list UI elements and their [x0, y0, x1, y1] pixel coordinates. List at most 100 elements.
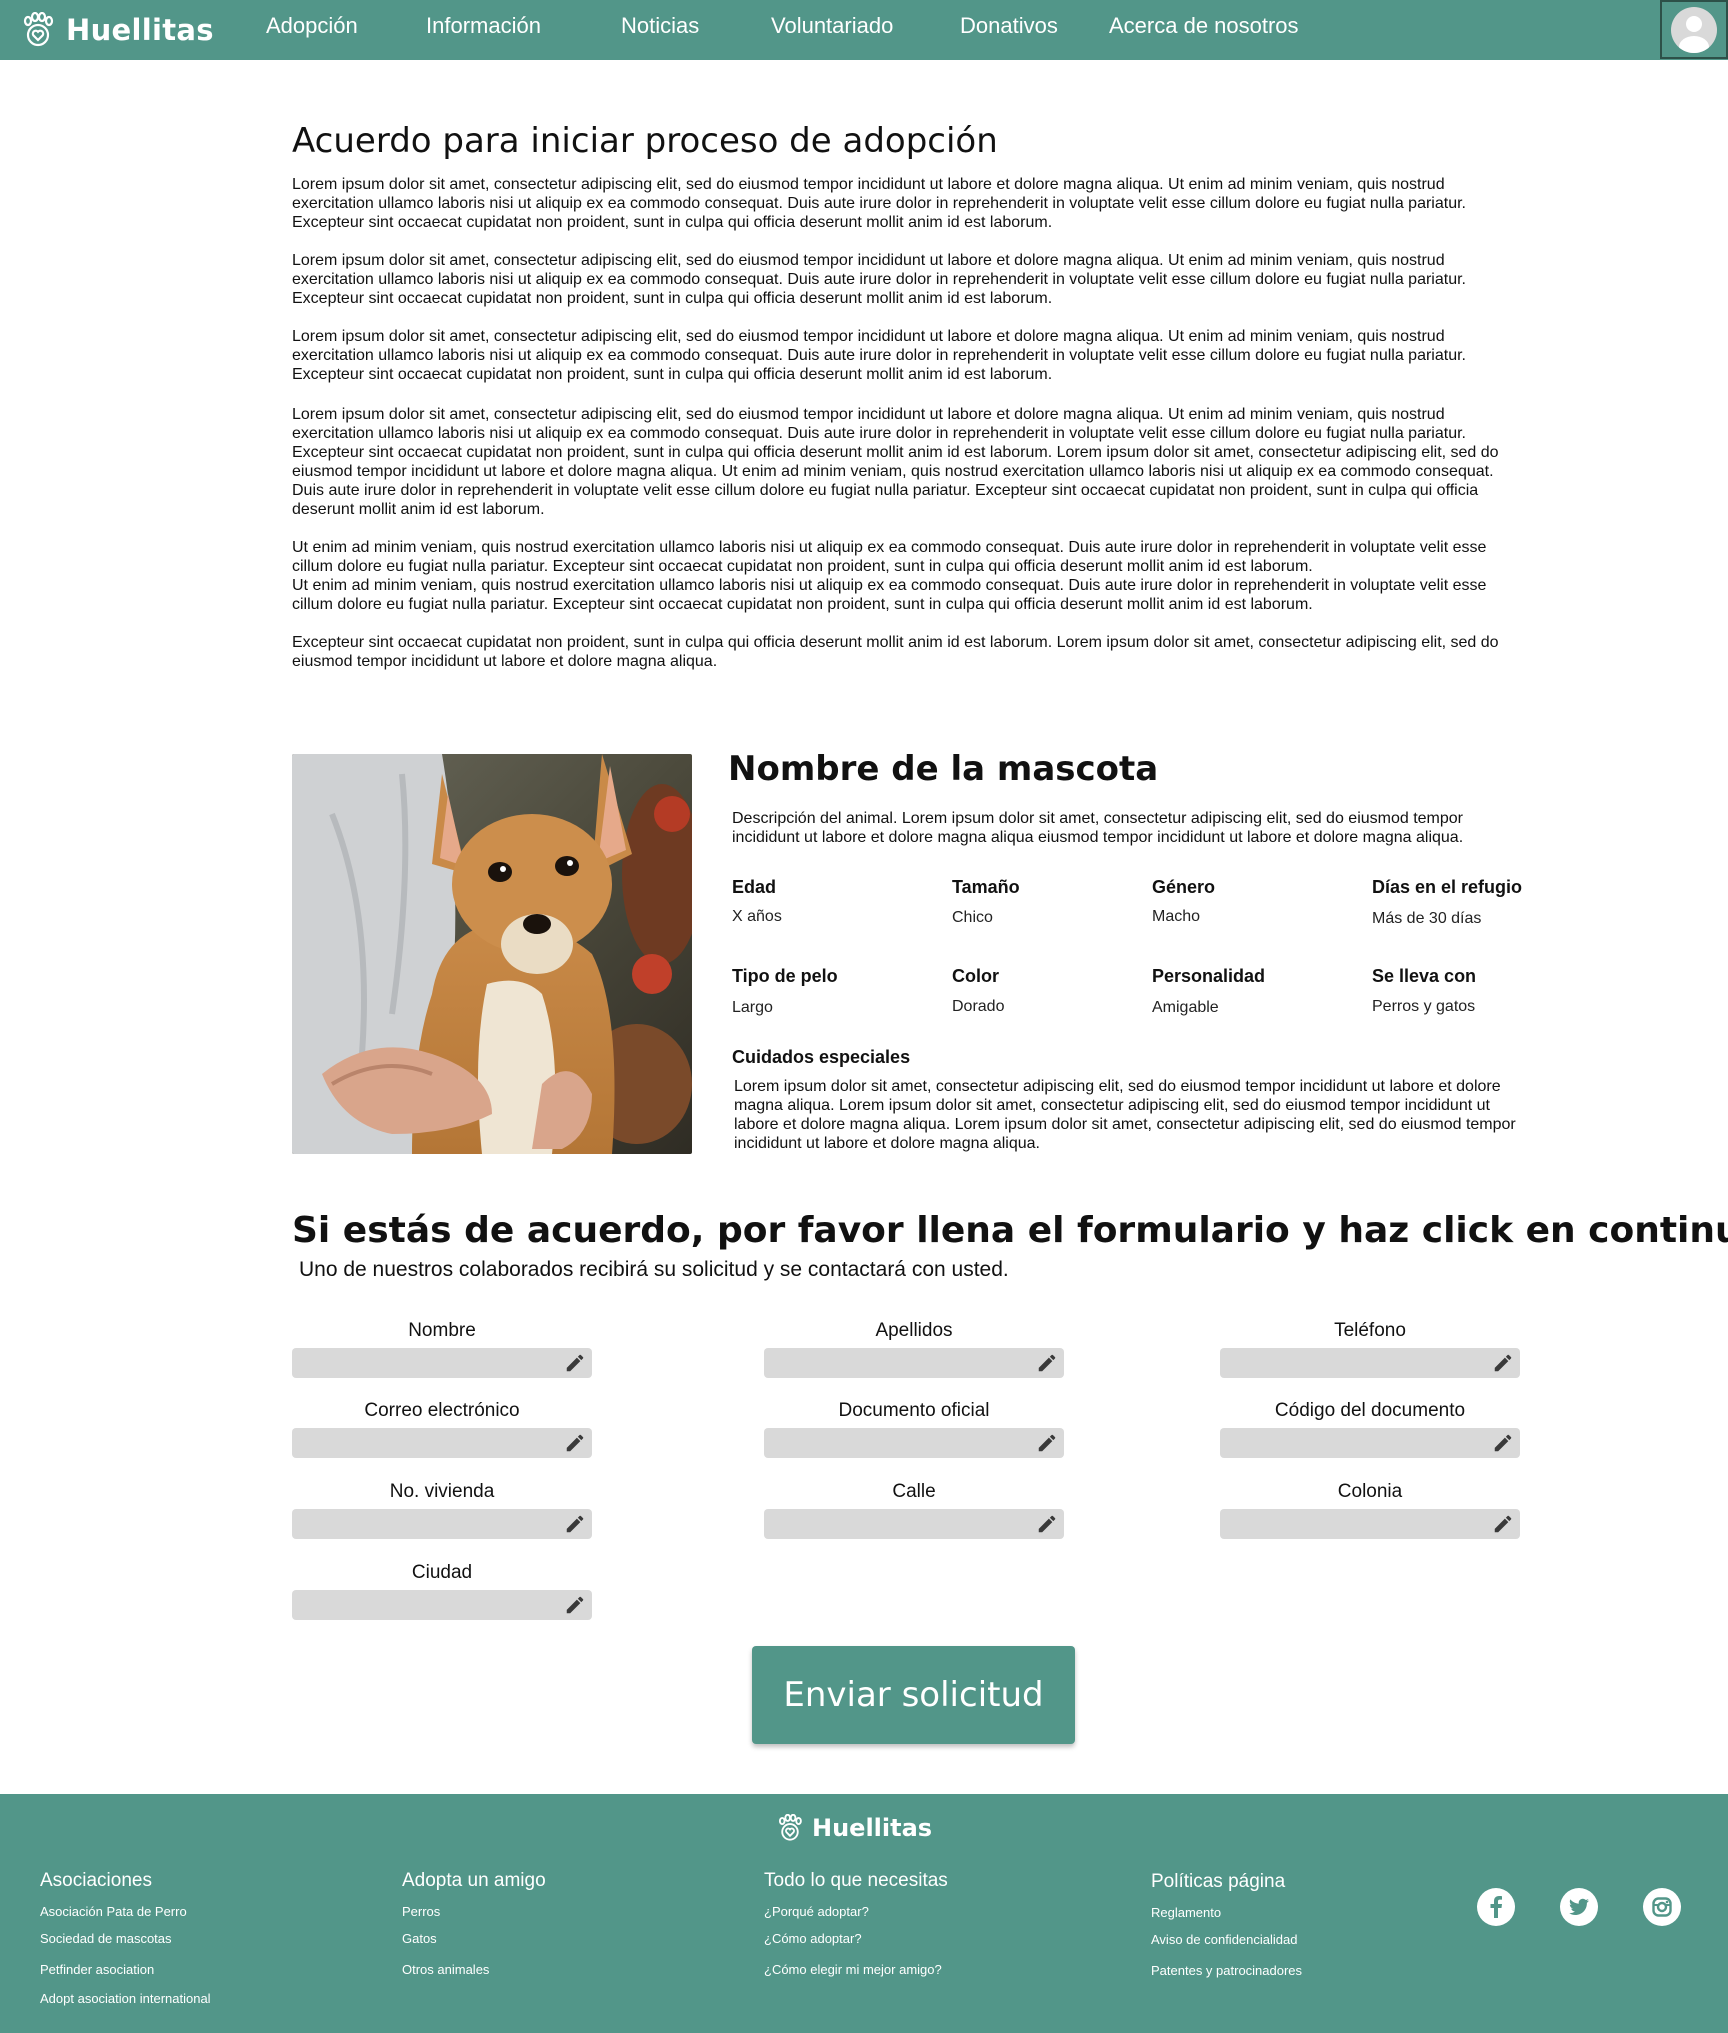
attr-label-se-lleva-con: Se lleva con: [1372, 966, 1477, 986]
agreement-paragraph: Ut enim ad minim veniam, quis nostrud ex…: [292, 539, 1487, 575]
pencil-icon[interactable]: [1036, 1352, 1058, 1374]
attr-label-edad: Edad: [732, 877, 777, 897]
footer-link[interactable]: Gatos: [402, 1931, 437, 1946]
footer-link[interactable]: Aviso de confidencialidad: [1151, 1932, 1297, 1947]
pencil-icon[interactable]: [1492, 1432, 1514, 1454]
pencil-icon[interactable]: [1492, 1352, 1514, 1374]
footer-link[interactable]: Perros: [402, 1904, 440, 1919]
footer-link[interactable]: ¿Cómo adoptar?: [764, 1931, 862, 1946]
nav-link-informacion[interactable]: Información: [426, 13, 541, 39]
agreement-title: Acuerdo para iniciar proceso de adopción: [292, 121, 998, 161]
pencil-icon[interactable]: [1036, 1513, 1058, 1535]
footer-link[interactable]: Asociación Pata de Perro: [40, 1904, 187, 1919]
user-menu-button[interactable]: [1660, 0, 1728, 59]
attr-value-dias-refugio: Más de 30 días: [1372, 910, 1482, 927]
footer-link[interactable]: ¿Cómo elegir mi mejor amigo?: [764, 1962, 942, 1977]
agreement-paragraph: Lorem ipsum dolor sit amet, consectetur …: [292, 328, 1466, 383]
field-label-no-vivienda: No. vivienda: [389, 1481, 495, 1502]
field-box-calle: [764, 1509, 1064, 1539]
footer: Huellitas Asociaciones Asociación Pata d…: [0, 1794, 1728, 2033]
pencil-icon[interactable]: [1036, 1432, 1058, 1454]
field-box-correo-electronico: [292, 1428, 592, 1458]
field-box-ciudad: [292, 1590, 592, 1620]
facebook-icon[interactable]: [1477, 1888, 1515, 1926]
input-codigo-del-documento[interactable]: [1220, 1428, 1480, 1458]
pet-photo: [292, 754, 692, 1154]
attr-label-color: Color: [952, 966, 999, 986]
nav-link-donativos[interactable]: Donativos: [960, 13, 1058, 39]
footer-link[interactable]: Patentes y patrocinadores: [1151, 1963, 1302, 1978]
input-apellidos[interactable]: [764, 1348, 1024, 1378]
field-label-nombre: Nombre: [408, 1320, 476, 1341]
field-label-correo-electronico: Correo electrónico: [364, 1400, 520, 1421]
pencil-icon[interactable]: [564, 1513, 586, 1535]
attr-value-personalidad: Amigable: [1152, 999, 1219, 1016]
field-label-codigo-del-documento: Código del documento: [1274, 1400, 1466, 1421]
field-box-no-vivienda: [292, 1509, 592, 1539]
field-box-colonia: [1220, 1509, 1520, 1539]
input-calle[interactable]: [764, 1509, 1024, 1539]
attr-value-color: Dorado: [952, 998, 1005, 1015]
footer-link[interactable]: Otros animales: [402, 1962, 489, 1977]
footer-heading-politicas: Políticas página: [1151, 1871, 1286, 1892]
footer-link[interactable]: Adopt asociation international: [40, 1991, 211, 2006]
footer-heading-todo: Todo lo que necesitas: [764, 1870, 948, 1891]
field-box-nombre: [292, 1348, 592, 1378]
paw-heart-icon: [778, 1814, 802, 1841]
pencil-icon[interactable]: [564, 1594, 586, 1616]
pencil-icon[interactable]: [564, 1432, 586, 1454]
nav-link-voluntariado[interactable]: Voluntariado: [771, 13, 893, 39]
attr-label-dias-refugio: Días en el refugio: [1372, 877, 1523, 897]
care-label: Cuidados especiales: [732, 1047, 911, 1067]
input-no-vivienda[interactable]: [292, 1509, 552, 1539]
field-label-apellidos: Apellidos: [875, 1320, 953, 1341]
input-correo-electronico[interactable]: [292, 1428, 552, 1458]
field-label-documento-oficial: Documento oficial: [838, 1400, 990, 1421]
footer-link[interactable]: Sociedad de mascotas: [40, 1931, 172, 1946]
footer-heading-asociaciones: Asociaciones: [40, 1870, 152, 1891]
footer-brand-name: Huellitas: [812, 1814, 933, 1842]
nav-link-acerca[interactable]: Acerca de nosotros: [1109, 13, 1299, 39]
attr-value-se-lleva-con: Perros y gatos: [1372, 998, 1476, 1015]
field-label-colonia: Colonia: [1337, 1481, 1403, 1502]
input-nombre[interactable]: [292, 1348, 552, 1378]
footer-heading-adopta: Adopta un amigo: [402, 1870, 546, 1891]
instagram-icon[interactable]: [1643, 1888, 1681, 1926]
field-box-codigo-del-documento: [1220, 1428, 1520, 1458]
pet-name: Nombre de la mascota: [728, 749, 1159, 789]
attr-label-tipo-pelo: Tipo de pelo: [732, 966, 838, 986]
attr-label-tamano: Tamaño: [952, 877, 1020, 897]
input-documento-oficial[interactable]: [764, 1428, 1024, 1458]
field-box-documento-oficial: [764, 1428, 1064, 1458]
form-title: Si estás de acuerdo, por favor llena el …: [292, 1210, 1728, 1251]
user-icon: [1679, 15, 1709, 53]
attr-value-tamano: Chico: [952, 909, 993, 926]
footer-logo[interactable]: Huellitas: [776, 1814, 932, 1842]
input-telefono[interactable]: [1220, 1348, 1480, 1378]
agreement-paragraph: Excepteur sint occaecat cupidatat non pr…: [292, 634, 1499, 670]
pencil-icon[interactable]: [1492, 1513, 1514, 1535]
twitter-icon[interactable]: [1560, 1888, 1598, 1926]
form-subtitle: Uno de nuestros colaborados recibirá su …: [299, 1258, 1009, 1281]
care-text: Lorem ipsum dolor sit amet, consectetur …: [734, 1078, 1516, 1152]
brand-logo[interactable]: Huellitas: [20, 12, 214, 48]
pencil-icon[interactable]: [564, 1352, 586, 1374]
attr-value-genero: Macho: [1152, 908, 1201, 925]
footer-link[interactable]: Reglamento: [1151, 1905, 1221, 1920]
nav-link-noticias[interactable]: Noticias: [621, 13, 699, 39]
field-box-apellidos: [764, 1348, 1064, 1378]
footer-link[interactable]: ¿Porqué adoptar?: [764, 1904, 869, 1919]
footer-link[interactable]: Petfinder asociation: [40, 1962, 154, 1977]
submit-button[interactable]: Enviar solicitud: [752, 1646, 1075, 1744]
attr-label-genero: Género: [1152, 877, 1216, 897]
paw-heart-icon: [23, 12, 54, 47]
field-label-telefono: Teléfono: [1334, 1320, 1406, 1341]
pet-description: Descripción del animal. Lorem ipsum dolo…: [732, 810, 1464, 846]
input-colonia[interactable]: [1220, 1509, 1480, 1539]
input-ciudad[interactable]: [292, 1590, 552, 1620]
agreement-paragraph: Ut enim ad minim veniam, quis nostrud ex…: [292, 577, 1487, 613]
field-label-calle: Calle: [892, 1481, 936, 1502]
nav-link-adopcion[interactable]: Adopción: [266, 13, 358, 39]
brand-name: Huellitas: [66, 13, 214, 47]
field-label-ciudad: Ciudad: [411, 1562, 473, 1583]
